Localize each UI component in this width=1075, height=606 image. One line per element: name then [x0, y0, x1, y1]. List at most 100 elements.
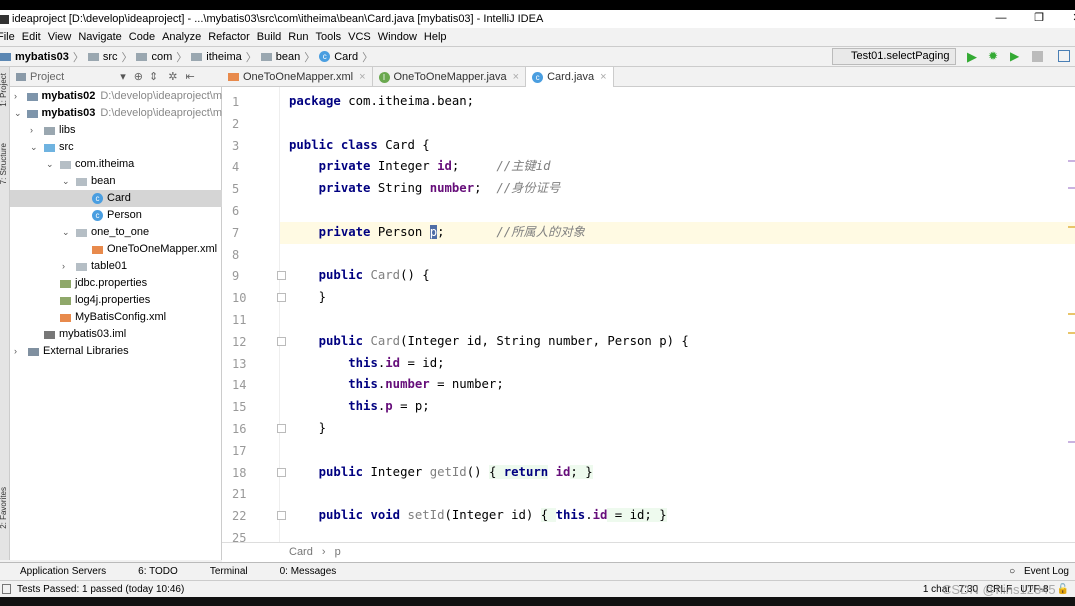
class-icon: c — [319, 51, 331, 62]
nav-crumb-card[interactable]: c Card 〉 — [319, 49, 373, 65]
run-configuration-select[interactable]: Test01.selectPaging ⌄ — [832, 48, 956, 77]
tree-item[interactable]: › External Libraries — [10, 343, 222, 360]
tree-item[interactable]: ⌄ mybatis03 D:\develop\ideaproject\m — [10, 105, 222, 122]
menu-navigate[interactable]: Navigate — [78, 31, 121, 43]
fold-marker-icon[interactable] — [277, 511, 286, 521]
menu-tools[interactable]: Tools — [315, 31, 341, 43]
lock-icon[interactable]: 🔓 — [1057, 584, 1069, 595]
debug-icon[interactable]: ✹ — [988, 49, 998, 63]
status-message[interactable]: Tests Passed: 1 passed (today 10:46) — [17, 584, 184, 595]
nav-crumb-src[interactable]: src 〉 — [87, 49, 132, 65]
tree-item[interactable]: c Person — [10, 207, 222, 224]
project-panel-title[interactable]: Project — [30, 71, 64, 83]
tree-item[interactable]: › mybatis02 D:\develop\ideaproject\m — [10, 88, 222, 105]
gear-icon[interactable]: ✲ — [168, 70, 177, 83]
structure-tool-button[interactable]: 7: Structure — [0, 143, 8, 184]
tree-item[interactable]: jdbc.properties — [10, 275, 222, 292]
menu-edit[interactable]: Edit — [22, 31, 41, 43]
chevron-down-icon[interactable]: ⌄ — [30, 139, 40, 156]
fold-marker-icon[interactable] — [277, 424, 286, 433]
project-structure-icon[interactable] — [1058, 50, 1070, 62]
tool-tab-messages[interactable]: 0: Messages — [280, 566, 337, 577]
toggle-panels-icon[interactable] — [2, 584, 11, 594]
chevron-down-icon[interactable]: ▾ — [120, 70, 126, 83]
chevron-right-icon[interactable]: › — [30, 122, 40, 139]
tree-item[interactable]: ⌄ com.itheima — [10, 156, 222, 173]
menu-run[interactable]: Run — [288, 31, 308, 43]
menu-window[interactable]: Window — [378, 31, 417, 43]
tool-tab-application-servers[interactable]: Application Servers — [20, 566, 106, 577]
fold-marker-icon[interactable] — [277, 271, 286, 281]
chevron-down-icon[interactable]: ⌄ — [62, 173, 72, 190]
chevron-right-icon[interactable]: › — [14, 343, 24, 360]
nav-crumb-com[interactable]: com 〉 — [136, 49, 187, 65]
locate-icon[interactable]: ⊕ — [134, 70, 143, 83]
code-token: { — [488, 464, 504, 479]
menu-vcs[interactable]: VCS — [348, 31, 371, 43]
hide-icon[interactable]: ⇤ — [185, 70, 194, 83]
tree-item[interactable]: › libs — [10, 122, 222, 139]
menu-file[interactable]: File — [0, 31, 15, 43]
tree-item[interactable]: ⌄ bean — [10, 173, 222, 190]
xml-file-icon — [60, 313, 71, 322]
tree-item[interactable]: › table01 — [10, 258, 222, 275]
tree-item[interactable]: ⌄ one_to_one — [10, 224, 222, 241]
code-editor[interactable]: 1 2 3 4 5 6 7 8 9 10 11 12 13 14 15 16 17 18 21 22 25 packag… — [222, 87, 1075, 545]
tool-tab-terminal[interactable]: Terminal — [210, 566, 248, 577]
tree-item[interactable]: c Card — [10, 190, 222, 207]
nav-crumb-itheima[interactable]: itheima 〉 — [191, 49, 257, 65]
tool-tab-todo[interactable]: 6: TODO — [138, 566, 178, 577]
run-icon[interactable]: ▶ — [967, 49, 977, 65]
chevron-down-icon[interactable]: ⌄ — [46, 156, 56, 173]
tree-item[interactable]: mybatis03.iml — [10, 326, 222, 343]
favorites-tool-button[interactable]: 2: Favorites — [0, 487, 8, 529]
tree-item-label: MyBatisConfig.xml — [75, 311, 167, 323]
stop-icon[interactable] — [1032, 51, 1043, 62]
code-token: //身份证号 — [496, 181, 561, 196]
fold-marker-icon[interactable] — [277, 293, 286, 303]
close-tab-icon[interactable]: × — [359, 71, 365, 83]
menu-build[interactable]: Build — [257, 31, 281, 43]
minimize-button[interactable]: — — [986, 10, 1016, 28]
tree-item[interactable]: MyBatisConfig.xml — [10, 309, 222, 326]
menu-analyze[interactable]: Analyze — [162, 31, 201, 43]
tab-card-java[interactable]: c Card.java × — [526, 67, 614, 87]
line-number: 14 — [232, 378, 247, 393]
close-tab-icon[interactable]: × — [600, 71, 606, 83]
tab-onetoonemapper-xml[interactable]: OneToOneMapper.xml × — [222, 67, 373, 87]
fold-marker-icon[interactable] — [277, 467, 286, 477]
nav-crumb-bean[interactable]: bean 〉 — [260, 49, 315, 65]
collapse-icon[interactable]: ⇕ — [149, 70, 158, 83]
chevron-down-icon[interactable]: ⌄ — [14, 105, 23, 122]
event-log-button[interactable]: ○ Event Log — [1003, 566, 1069, 577]
chevron-right-icon[interactable]: › — [14, 88, 23, 105]
tab-label: OneToOneMapper.java — [393, 71, 507, 83]
menu-code[interactable]: Code — [129, 31, 155, 43]
menu-refactor[interactable]: Refactor — [208, 31, 250, 43]
tree-item[interactable]: log4j.properties — [10, 292, 222, 309]
fold-marker-icon[interactable] — [277, 336, 286, 346]
close-button[interactable]: ✕ — [1062, 10, 1075, 28]
menu-view[interactable]: View — [48, 31, 72, 43]
code-token: id — [592, 508, 608, 523]
code-line: private Integer id; //主键id — [289, 156, 551, 178]
nav-crumb-mybatis03[interactable]: mybatis03 〉 — [0, 49, 84, 65]
menu-help[interactable]: Help — [424, 31, 447, 43]
tab-onetoonemapper-java[interactable]: I OneToOneMapper.java × — [373, 67, 527, 87]
maximize-button[interactable]: ❐ — [1024, 10, 1054, 28]
chevron-down-icon[interactable]: ⌄ — [62, 224, 72, 241]
crumb-label: Card — [334, 50, 359, 63]
tree-item[interactable]: OneToOneMapper.xml — [10, 241, 222, 258]
coverage-icon[interactable]: ▶ — [1010, 49, 1019, 63]
code-line: this.id = id; — [289, 353, 444, 375]
tree-item[interactable]: ⌄ src — [10, 139, 222, 156]
crumb-card[interactable]: Card — [289, 546, 313, 558]
chevron-right-icon[interactable]: › — [62, 258, 72, 275]
crumb-p[interactable]: p — [335, 546, 341, 558]
project-tool-button[interactable]: 1: Project — [0, 73, 8, 107]
line-number: 4 — [232, 160, 240, 175]
close-tab-icon[interactable]: × — [513, 71, 519, 83]
